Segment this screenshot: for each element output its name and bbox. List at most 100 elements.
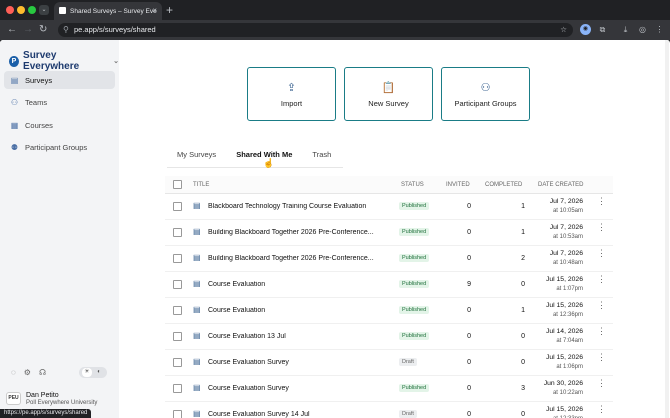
tab-my-surveys[interactable]: My Surveys	[167, 148, 226, 168]
select-all-checkbox[interactable]	[173, 180, 182, 189]
user-name: Dan Petito	[26, 392, 59, 399]
more-options-icon[interactable]: ⋮	[597, 379, 606, 388]
row-checkbox[interactable]	[173, 332, 182, 341]
window-minimize-button[interactable]	[17, 6, 25, 14]
table-row[interactable]: ▤ Course Evaluation Published 9 0 Jul 15…	[165, 272, 613, 298]
back-icon[interactable]: ←	[7, 24, 17, 35]
time-created: at 10:22am	[552, 390, 583, 396]
light-mode-icon[interactable]: ☀	[82, 368, 92, 377]
reload-icon[interactable]: ↻	[39, 24, 47, 35]
column-date-created[interactable]: DATE CREATED	[538, 182, 583, 188]
survey-title[interactable]: Building Blackboard Together 2026 Pre-Co…	[208, 255, 388, 262]
time-created: at 12:36pm	[552, 312, 583, 318]
participant-groups-label: Participant Groups	[454, 99, 517, 108]
table-body: ▤ Blackboard Technology Training Course …	[165, 194, 613, 418]
more-options-icon[interactable]: ⋮	[597, 327, 606, 336]
table-row[interactable]: ▤ Course Evaluation Published 0 1 Jul 15…	[165, 298, 613, 324]
survey-title[interactable]: Course Evaluation	[208, 281, 388, 288]
participant-groups-button[interactable]: ⚇ Participant Groups	[441, 67, 530, 121]
sidebar-item-teams[interactable]: ⚇ Teams	[4, 93, 115, 111]
row-checkbox[interactable]	[173, 306, 182, 315]
more-options-icon[interactable]: ⋮	[597, 197, 606, 206]
tab-search-icon[interactable]: ⌄	[39, 5, 49, 15]
link-status-url: https://pe.app/s/surveys/shared	[0, 409, 92, 418]
download-icon[interactable]: ⤓	[620, 24, 631, 35]
survey-title[interactable]: Course Evaluation 13 Jul	[208, 333, 388, 340]
survey-title[interactable]: Course Evaluation	[208, 307, 388, 314]
survey-title[interactable]: Building Blackboard Together 2026 Pre-Co…	[208, 229, 388, 236]
row-checkbox[interactable]	[173, 228, 182, 237]
row-checkbox[interactable]	[173, 254, 182, 263]
tab-close-icon[interactable]: ×	[152, 6, 157, 15]
page-scrollbar[interactable]	[665, 40, 669, 418]
settings-gear-icon[interactable]: ⚙	[24, 368, 31, 377]
site-info-icon[interactable]: ⚲	[63, 23, 69, 37]
table-row[interactable]: ▤ Building Blackboard Together 2026 Pre-…	[165, 246, 613, 272]
new-survey-label: New Survey	[368, 99, 409, 108]
row-checkbox[interactable]	[173, 410, 182, 418]
survey-title[interactable]: Blackboard Technology Training Course Ev…	[208, 203, 388, 210]
avatar: PEU	[6, 392, 21, 405]
column-invited[interactable]: INVITED	[446, 182, 470, 188]
sidebar-item-courses[interactable]: ▦ Courses	[4, 116, 115, 134]
more-options-icon[interactable]: ⋮	[597, 301, 606, 310]
status-badge: Published	[399, 384, 430, 392]
column-status[interactable]: STATUS	[401, 182, 424, 188]
more-options-icon[interactable]: ⋮	[597, 223, 606, 232]
brand-switcher[interactable]: P Survey Everywhere ⌄	[9, 50, 119, 72]
sidebar-item-label: Participant Groups	[25, 142, 88, 152]
extension-icon[interactable]: ◉	[580, 24, 591, 35]
row-checkbox[interactable]	[173, 280, 182, 289]
table-row[interactable]: ▤ Course Evaluation Survey Draft 0 0 Jul…	[165, 350, 613, 376]
sidebar-item-label: Teams	[25, 97, 48, 107]
app-window: P Survey Everywhere ⌄ ▤ Surveys ⚇ Teams …	[0, 40, 670, 418]
import-label: Import	[280, 99, 303, 108]
import-button[interactable]: ⇪ Import	[247, 67, 336, 121]
date-created: Jul 7, 2026	[549, 250, 583, 257]
row-checkbox[interactable]	[173, 384, 182, 393]
survey-title[interactable]: Course Evaluation Survey	[208, 385, 388, 392]
invited-count: 9	[467, 281, 471, 288]
column-completed[interactable]: COMPLETED	[485, 182, 522, 188]
new-survey-button[interactable]: 📋 New Survey	[344, 67, 433, 121]
surveys-table: TITLE STATUS INVITED COMPLETED DATE CREA…	[165, 176, 613, 418]
column-title[interactable]: TITLE	[193, 182, 209, 188]
status-badge: Published	[399, 332, 430, 340]
browser-tab[interactable]: Shared Surveys – Survey Eve ×	[54, 2, 162, 20]
table-row[interactable]: ▤ Course Evaluation Survey 14 Jul Draft …	[165, 402, 613, 418]
table-row[interactable]: ▤ Blackboard Technology Training Course …	[165, 194, 613, 220]
table-row[interactable]: ▤ Building Blackboard Together 2026 Pre-…	[165, 220, 613, 246]
support-headset-icon[interactable]: ☊	[39, 368, 46, 377]
profile-icon[interactable]: ◎	[637, 24, 648, 35]
row-checkbox[interactable]	[173, 202, 182, 211]
sidebar-item-label: Courses	[25, 120, 53, 130]
url-field[interactable]: ⚲ pe.app/s/surveys/shared ☆	[58, 23, 573, 37]
sidebar-item-participant-groups[interactable]: ⚉ Participant Groups	[4, 138, 115, 156]
more-options-icon[interactable]: ⋮	[597, 249, 606, 258]
forward-icon[interactable]: →	[23, 24, 33, 35]
table-row[interactable]: ▤ Course Evaluation Survey Published 0 3…	[165, 376, 613, 402]
theme-toggle[interactable]: ☀ ◐	[79, 367, 107, 378]
new-tab-icon[interactable]: +	[166, 3, 173, 17]
survey-title[interactable]: Course Evaluation Survey	[208, 359, 388, 366]
more-options-icon[interactable]: ⋮	[597, 405, 606, 414]
dark-mode-icon[interactable]: ◐	[94, 368, 104, 377]
extensions-puzzle-icon[interactable]: ⧉	[597, 24, 608, 35]
table-row[interactable]: ▤ Course Evaluation 13 Jul Published 0 0…	[165, 324, 613, 350]
status-badge: Draft	[399, 410, 417, 418]
row-checkbox[interactable]	[173, 358, 182, 367]
help-icon[interactable]: ◌	[11, 368, 16, 377]
date-created: Jul 15, 2026	[545, 354, 583, 361]
window-close-button[interactable]	[6, 6, 14, 14]
invited-count: 0	[467, 203, 471, 210]
time-created: at 1:07pm	[556, 286, 583, 292]
bookmark-star-icon[interactable]: ☆	[560, 23, 567, 37]
window-maximize-button[interactable]	[28, 6, 36, 14]
more-options-icon[interactable]: ⋮	[597, 275, 606, 284]
user-profile[interactable]: PEU Dan Petito Poll Everywhere Universit…	[6, 392, 97, 406]
tab-trash[interactable]: Trash	[302, 148, 341, 168]
survey-title[interactable]: Course Evaluation Survey 14 Jul	[208, 411, 388, 418]
more-options-icon[interactable]: ⋮	[597, 353, 606, 362]
sidebar-item-surveys[interactable]: ▤ Surveys	[4, 71, 115, 89]
browser-menu-icon[interactable]: ⋮	[654, 24, 665, 35]
